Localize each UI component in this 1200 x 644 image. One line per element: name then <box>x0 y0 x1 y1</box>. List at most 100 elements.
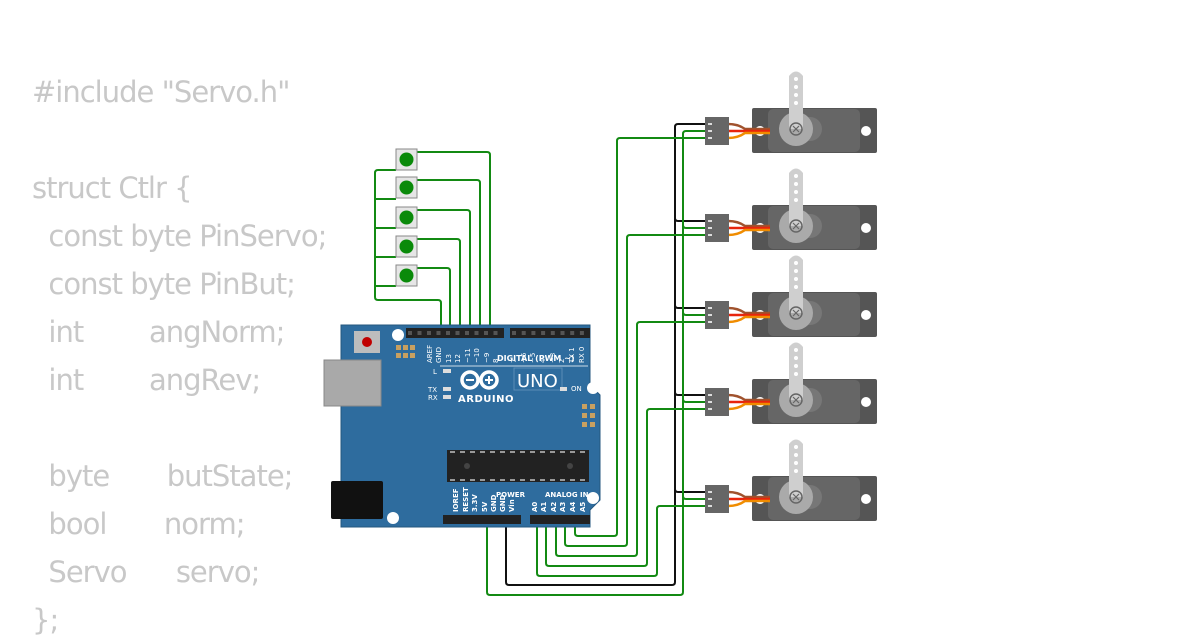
pushbutton-cap[interactable] <box>399 152 414 167</box>
analog-pin-label: A2 <box>550 502 558 512</box>
led-tx <box>443 387 451 391</box>
chip-pin <box>510 451 515 453</box>
digital-label: DIGITAL (PWM ~) <box>497 354 575 363</box>
servo-horn-hole <box>794 277 798 281</box>
header-pin[interactable] <box>570 331 575 335</box>
chip-pin <box>580 451 585 453</box>
power-header <box>443 515 521 524</box>
led-l-label: L <box>433 368 437 376</box>
power-pin-label: GND <box>490 494 498 512</box>
icsp-pin <box>410 353 415 358</box>
servo-mount-hole <box>861 126 871 136</box>
pushbutton-cap[interactable] <box>399 268 414 283</box>
servos <box>705 71 877 522</box>
servo-horn-hole <box>794 77 798 81</box>
icsp-pin <box>590 404 595 409</box>
led-l <box>443 369 451 373</box>
chip-pin <box>510 479 515 481</box>
analog-pin-label: A1 <box>540 502 548 512</box>
servo-4[interactable] <box>705 342 877 425</box>
header-pin[interactable] <box>521 331 526 335</box>
power-bus-wire <box>682 495 705 500</box>
header-pin[interactable] <box>541 331 546 335</box>
header-pin[interactable] <box>493 331 498 335</box>
chip-pin <box>460 479 465 481</box>
header-pin[interactable] <box>579 331 584 335</box>
brand-label: ARDUINO <box>458 394 514 405</box>
digital-pin-label: ~10 <box>473 348 481 363</box>
chip-pin <box>450 451 455 453</box>
header-pin[interactable] <box>408 331 412 335</box>
chip-pin <box>540 479 545 481</box>
analog-pin-label: A3 <box>559 502 567 512</box>
connector-pin <box>708 130 712 132</box>
ground-bus-wire <box>674 488 705 493</box>
header-pin[interactable] <box>427 331 431 335</box>
connector-pin <box>708 491 712 493</box>
pushbutton-2[interactable] <box>395 176 418 199</box>
servo-horn-hole <box>794 461 798 465</box>
servo-3[interactable] <box>705 255 877 338</box>
pushbutton-5[interactable] <box>395 264 418 287</box>
pushbutton-4[interactable] <box>395 235 418 258</box>
header-pin[interactable] <box>465 331 469 335</box>
servo-horn-hole <box>794 174 798 178</box>
chip-pin <box>560 479 565 481</box>
pushbutton-1[interactable] <box>395 148 418 171</box>
button-signal-wire <box>417 238 461 333</box>
servo-mount-hole <box>861 310 871 320</box>
chip-pin <box>550 451 555 453</box>
model-label: UNO <box>517 371 558 392</box>
header-pin[interactable] <box>455 331 460 335</box>
servo-1[interactable] <box>705 71 877 154</box>
pushbutton-cap[interactable] <box>399 180 414 195</box>
arduino-uno-board[interactable]: AREF GND 13 12 ~11 ~10 ~9 8 7 ~6 ~5 4 ~3 2 TX 1 RX 0DIG… <box>323 324 601 528</box>
mounting-hole <box>587 382 599 394</box>
servo-horn-hole <box>794 190 798 194</box>
digital-pin-label: 13 <box>445 354 453 363</box>
chip-pin <box>470 479 475 481</box>
chip-pin <box>530 451 535 453</box>
chip-notch <box>464 463 470 469</box>
header-pin[interactable] <box>417 331 422 335</box>
header-pin[interactable] <box>474 331 479 335</box>
digital-pin-label: ~11 <box>464 348 472 363</box>
connector-pin <box>708 401 712 403</box>
connector-pin <box>708 137 712 139</box>
header-pin[interactable] <box>560 331 565 335</box>
ground-bus-wire <box>674 391 705 396</box>
header-pin[interactable] <box>436 331 441 335</box>
chip-pin <box>480 479 485 481</box>
pushbutton-cap[interactable] <box>399 210 414 225</box>
pushbuttons <box>395 148 418 287</box>
chip-pin <box>500 451 505 453</box>
power-bus-wire <box>682 224 705 229</box>
servo-horn-hole <box>794 182 798 186</box>
chip-pin <box>520 451 525 453</box>
servo-horn-hole <box>794 364 798 368</box>
chip-pin <box>490 479 495 481</box>
digital-pin-label: GND <box>435 347 443 363</box>
servo-5[interactable] <box>705 439 877 522</box>
chip-pin <box>450 479 455 481</box>
header-pin[interactable] <box>484 331 488 335</box>
servo-horn-hole <box>794 445 798 449</box>
servo-horn-hole <box>794 453 798 457</box>
header-pin[interactable] <box>531 331 536 335</box>
ground-bus-wire <box>674 304 705 309</box>
icsp-pin <box>582 413 587 418</box>
pushbutton-3[interactable] <box>395 206 418 229</box>
connector-pin <box>708 314 712 316</box>
led-on-label: ON <box>571 385 582 393</box>
servo-2[interactable] <box>705 168 877 251</box>
servo-horn-hole <box>794 85 798 89</box>
header-pin[interactable] <box>446 331 450 335</box>
pushbutton-cap[interactable] <box>399 239 414 254</box>
analog-pin-label: A0 <box>531 502 539 512</box>
led-rx-label: RX <box>428 394 438 402</box>
power-bus-wire <box>682 398 705 403</box>
header-pin[interactable] <box>512 331 516 335</box>
header-pin[interactable] <box>550 331 555 335</box>
digital-pin-label: 12 <box>454 354 462 363</box>
servo-horn-hole <box>794 101 798 105</box>
